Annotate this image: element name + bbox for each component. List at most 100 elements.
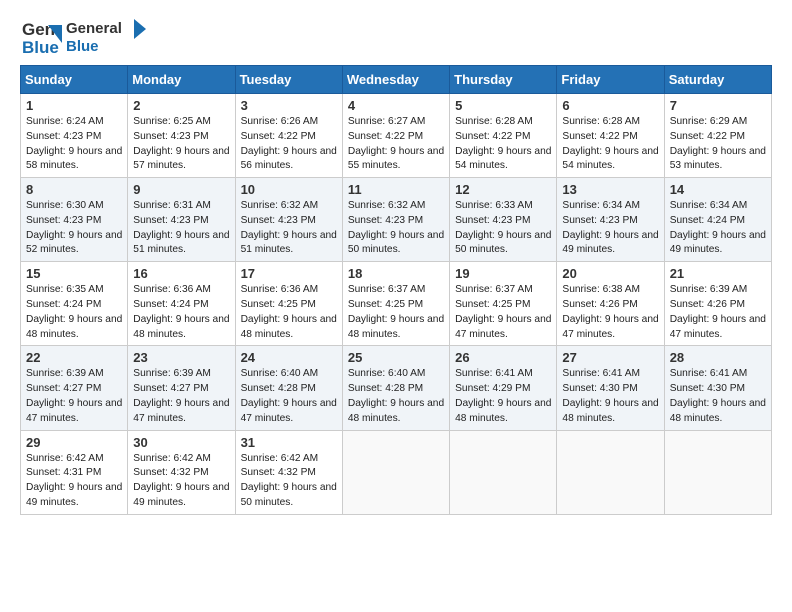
day-info: Sunrise: 6:28 AMSunset: 4:22 PMDaylight:… bbox=[562, 115, 659, 174]
day-cell: 23Sunrise: 6:39 AMSunset: 4:27 PMDayligh… bbox=[128, 346, 235, 430]
sunset-text: Sunset: 4:25 PM bbox=[241, 298, 338, 313]
sunset-text: Sunset: 4:22 PM bbox=[455, 130, 552, 145]
day-info: Sunrise: 6:32 AMSunset: 4:23 PMDaylight:… bbox=[348, 199, 445, 258]
day-cell: 7Sunrise: 6:29 AMSunset: 4:22 PMDaylight… bbox=[664, 94, 771, 178]
daylight-text: Daylight: 9 hours and 57 minutes. bbox=[133, 145, 230, 175]
day-cell: 15Sunrise: 6:35 AMSunset: 4:24 PMDayligh… bbox=[21, 262, 128, 346]
day-number: 4 bbox=[348, 98, 445, 113]
day-info: Sunrise: 6:34 AMSunset: 4:24 PMDaylight:… bbox=[670, 199, 767, 258]
day-info: Sunrise: 6:31 AMSunset: 4:23 PMDaylight:… bbox=[133, 199, 230, 258]
sunset-text: Sunset: 4:25 PM bbox=[455, 298, 552, 313]
daylight-text: Daylight: 9 hours and 47 minutes. bbox=[241, 397, 338, 427]
day-number: 19 bbox=[455, 266, 552, 281]
daylight-text: Daylight: 9 hours and 49 minutes. bbox=[670, 229, 767, 259]
day-number: 18 bbox=[348, 266, 445, 281]
daylight-text: Daylight: 9 hours and 48 minutes. bbox=[241, 313, 338, 343]
sunset-text: Sunset: 4:22 PM bbox=[348, 130, 445, 145]
day-cell bbox=[342, 430, 449, 514]
sunset-text: Sunset: 4:25 PM bbox=[348, 298, 445, 313]
day-info: Sunrise: 6:41 AMSunset: 4:30 PMDaylight:… bbox=[562, 367, 659, 426]
day-number: 10 bbox=[241, 182, 338, 197]
logo-svg: General Blue bbox=[66, 15, 146, 57]
sunrise-text: Sunrise: 6:26 AM bbox=[241, 115, 338, 130]
sunrise-text: Sunrise: 6:28 AM bbox=[455, 115, 552, 130]
daylight-text: Daylight: 9 hours and 47 minutes. bbox=[133, 397, 230, 427]
day-cell: 12Sunrise: 6:33 AMSunset: 4:23 PMDayligh… bbox=[450, 178, 557, 262]
sunset-text: Sunset: 4:32 PM bbox=[133, 466, 230, 481]
day-info: Sunrise: 6:38 AMSunset: 4:26 PMDaylight:… bbox=[562, 283, 659, 342]
day-cell bbox=[450, 430, 557, 514]
week-row-4: 22Sunrise: 6:39 AMSunset: 4:27 PMDayligh… bbox=[21, 346, 772, 430]
day-number: 28 bbox=[670, 350, 767, 365]
page: General Blue General Blue SundayMondayTu… bbox=[0, 0, 792, 612]
day-info: Sunrise: 6:27 AMSunset: 4:22 PMDaylight:… bbox=[348, 115, 445, 174]
day-number: 8 bbox=[26, 182, 123, 197]
daylight-text: Daylight: 9 hours and 50 minutes. bbox=[241, 481, 338, 511]
day-cell: 14Sunrise: 6:34 AMSunset: 4:24 PMDayligh… bbox=[664, 178, 771, 262]
logo: General Blue General Blue bbox=[20, 15, 146, 57]
day-number: 26 bbox=[455, 350, 552, 365]
day-cell: 22Sunrise: 6:39 AMSunset: 4:27 PMDayligh… bbox=[21, 346, 128, 430]
sunrise-text: Sunrise: 6:42 AM bbox=[133, 452, 230, 467]
day-info: Sunrise: 6:41 AMSunset: 4:29 PMDaylight:… bbox=[455, 367, 552, 426]
header: General Blue General Blue bbox=[20, 15, 772, 57]
daylight-text: Daylight: 9 hours and 47 minutes. bbox=[670, 313, 767, 343]
day-info: Sunrise: 6:39 AMSunset: 4:26 PMDaylight:… bbox=[670, 283, 767, 342]
day-cell: 28Sunrise: 6:41 AMSunset: 4:30 PMDayligh… bbox=[664, 346, 771, 430]
day-cell: 24Sunrise: 6:40 AMSunset: 4:28 PMDayligh… bbox=[235, 346, 342, 430]
day-info: Sunrise: 6:40 AMSunset: 4:28 PMDaylight:… bbox=[348, 367, 445, 426]
sunrise-text: Sunrise: 6:40 AM bbox=[241, 367, 338, 382]
day-cell: 13Sunrise: 6:34 AMSunset: 4:23 PMDayligh… bbox=[557, 178, 664, 262]
daylight-text: Daylight: 9 hours and 50 minutes. bbox=[455, 229, 552, 259]
day-info: Sunrise: 6:25 AMSunset: 4:23 PMDaylight:… bbox=[133, 115, 230, 174]
day-cell: 31Sunrise: 6:42 AMSunset: 4:32 PMDayligh… bbox=[235, 430, 342, 514]
logo-icon: General Blue bbox=[20, 15, 62, 57]
week-row-3: 15Sunrise: 6:35 AMSunset: 4:24 PMDayligh… bbox=[21, 262, 772, 346]
sunset-text: Sunset: 4:23 PM bbox=[133, 130, 230, 145]
sunset-text: Sunset: 4:23 PM bbox=[26, 130, 123, 145]
day-info: Sunrise: 6:37 AMSunset: 4:25 PMDaylight:… bbox=[348, 283, 445, 342]
day-number: 22 bbox=[26, 350, 123, 365]
sunset-text: Sunset: 4:26 PM bbox=[670, 298, 767, 313]
sunrise-text: Sunrise: 6:37 AM bbox=[455, 283, 552, 298]
sunrise-text: Sunrise: 6:40 AM bbox=[348, 367, 445, 382]
logo-text: General Blue bbox=[66, 15, 146, 57]
day-number: 13 bbox=[562, 182, 659, 197]
weekday-header-row: SundayMondayTuesdayWednesdayThursdayFrid… bbox=[21, 66, 772, 94]
sunrise-text: Sunrise: 6:41 AM bbox=[562, 367, 659, 382]
daylight-text: Daylight: 9 hours and 51 minutes. bbox=[133, 229, 230, 259]
daylight-text: Daylight: 9 hours and 53 minutes. bbox=[670, 145, 767, 175]
daylight-text: Daylight: 9 hours and 49 minutes. bbox=[133, 481, 230, 511]
sunset-text: Sunset: 4:28 PM bbox=[348, 382, 445, 397]
day-cell bbox=[664, 430, 771, 514]
sunrise-text: Sunrise: 6:36 AM bbox=[241, 283, 338, 298]
daylight-text: Daylight: 9 hours and 48 minutes. bbox=[348, 397, 445, 427]
weekday-header-thursday: Thursday bbox=[450, 66, 557, 94]
sunset-text: Sunset: 4:22 PM bbox=[562, 130, 659, 145]
weekday-header-friday: Friday bbox=[557, 66, 664, 94]
sunset-text: Sunset: 4:24 PM bbox=[26, 298, 123, 313]
daylight-text: Daylight: 9 hours and 49 minutes. bbox=[26, 481, 123, 511]
daylight-text: Daylight: 9 hours and 48 minutes. bbox=[348, 313, 445, 343]
daylight-text: Daylight: 9 hours and 50 minutes. bbox=[348, 229, 445, 259]
day-cell: 17Sunrise: 6:36 AMSunset: 4:25 PMDayligh… bbox=[235, 262, 342, 346]
daylight-text: Daylight: 9 hours and 52 minutes. bbox=[26, 229, 123, 259]
daylight-text: Daylight: 9 hours and 48 minutes. bbox=[26, 313, 123, 343]
sunset-text: Sunset: 4:23 PM bbox=[26, 214, 123, 229]
sunset-text: Sunset: 4:24 PM bbox=[670, 214, 767, 229]
day-info: Sunrise: 6:28 AMSunset: 4:22 PMDaylight:… bbox=[455, 115, 552, 174]
day-cell: 20Sunrise: 6:38 AMSunset: 4:26 PMDayligh… bbox=[557, 262, 664, 346]
daylight-text: Daylight: 9 hours and 56 minutes. bbox=[241, 145, 338, 175]
sunrise-text: Sunrise: 6:34 AM bbox=[562, 199, 659, 214]
sunrise-text: Sunrise: 6:41 AM bbox=[670, 367, 767, 382]
day-cell: 5Sunrise: 6:28 AMSunset: 4:22 PMDaylight… bbox=[450, 94, 557, 178]
daylight-text: Daylight: 9 hours and 54 minutes. bbox=[562, 145, 659, 175]
sunset-text: Sunset: 4:22 PM bbox=[670, 130, 767, 145]
day-cell: 3Sunrise: 6:26 AMSunset: 4:22 PMDaylight… bbox=[235, 94, 342, 178]
day-number: 30 bbox=[133, 435, 230, 450]
sunset-text: Sunset: 4:23 PM bbox=[348, 214, 445, 229]
sunrise-text: Sunrise: 6:31 AM bbox=[133, 199, 230, 214]
day-cell: 25Sunrise: 6:40 AMSunset: 4:28 PMDayligh… bbox=[342, 346, 449, 430]
day-cell: 30 Sunrise: 6:42 AMSunset: 4:32 PMDayligh… bbox=[128, 430, 235, 514]
sunset-text: Sunset: 4:23 PM bbox=[455, 214, 552, 229]
